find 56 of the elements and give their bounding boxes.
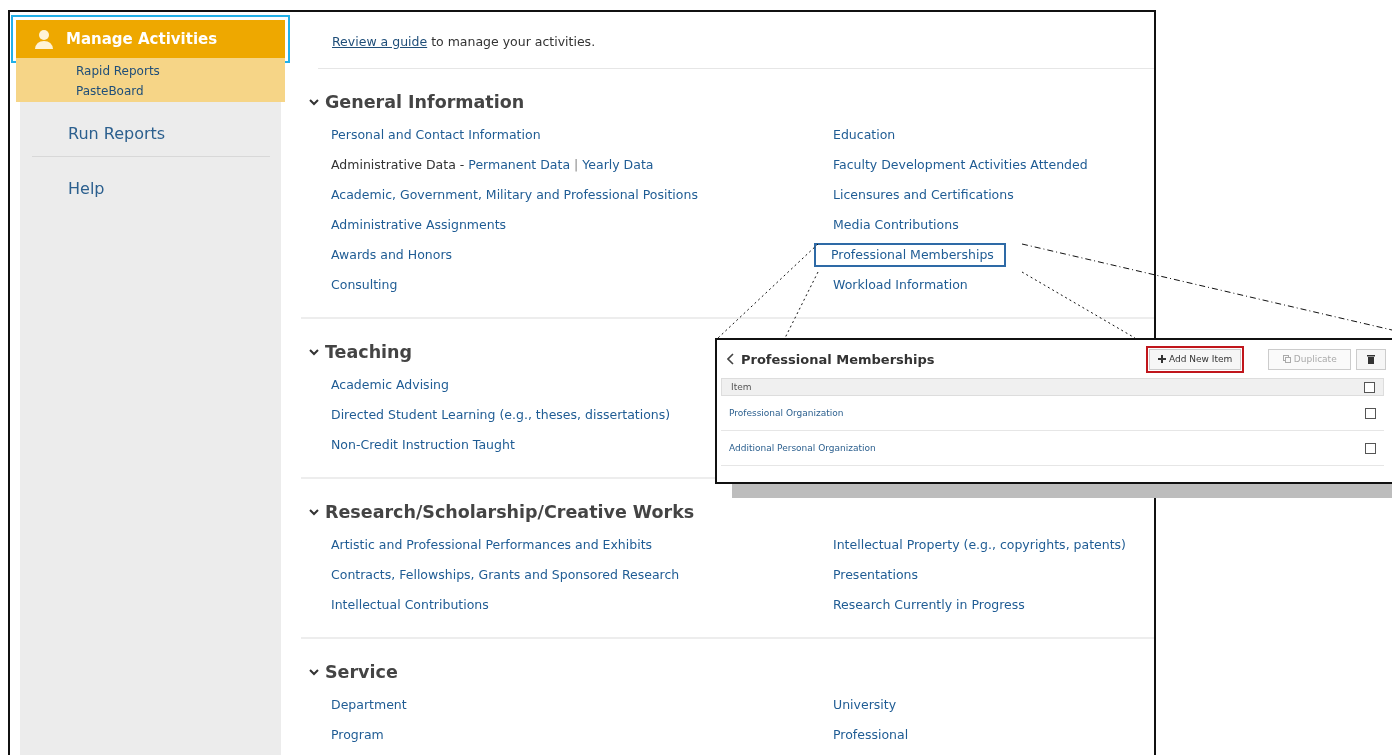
sidebar-subitem[interactable]: PasteBoard (76, 84, 285, 98)
sidebar-item[interactable]: Help (20, 175, 281, 211)
section-link[interactable]: Intellectual Contributions (331, 595, 489, 615)
section-link[interactable]: Licensures and Certifications (833, 185, 1014, 205)
delete-button[interactable] (1356, 348, 1387, 370)
chevron-icon[interactable] (309, 507, 319, 517)
person-icon (34, 29, 54, 49)
copy-icon (1282, 355, 1291, 363)
section-link[interactable]: Non-Credit Instruction Taught (331, 435, 515, 455)
section-link[interactable]: Workload Information (833, 275, 968, 295)
section-link[interactable]: Directed Student Learning (e.g., theses, dissertations) (331, 405, 671, 425)
section-title: Service (325, 662, 398, 682)
section-link[interactable]: Awards and Honors (331, 245, 453, 265)
chevron-icon[interactable] (309, 97, 319, 107)
section-link[interactable]: Administrative Assignments (331, 215, 507, 235)
section-link[interactable]: Department (331, 695, 407, 715)
section-link[interactable]: Intellectual Property (e.g., copyrights, patents) (833, 535, 1126, 555)
section-link[interactable]: Media Contributions (833, 215, 959, 235)
trash-icon (1367, 354, 1376, 364)
section-link[interactable]: Contracts, Fellowships, Grants and Sponsored Research (331, 565, 680, 585)
add-new-item-button[interactable]: Add New Item (1149, 348, 1242, 370)
section-link[interactable]: Academic, Government, Military and Professional Positions (331, 185, 698, 205)
section-link[interactable]: Research Currently in Progress (833, 595, 1025, 615)
section-link[interactable]: Personal and Contact Information (331, 125, 541, 145)
panel-title: Professional Memberships (741, 351, 935, 367)
section-link[interactable]: Professional Memberships (816, 245, 1004, 265)
item-label: Administrative Data - (331, 156, 465, 174)
section-link[interactable]: Yearly Data (582, 155, 654, 175)
sidebar-subitem[interactable]: Rapid Reports (76, 64, 285, 78)
section-link[interactable]: Permanent Data (468, 155, 571, 175)
item-link[interactable]: Professional Organization (729, 408, 844, 418)
section-title: Teaching (325, 342, 413, 362)
section-title: Research/Scholarship/Creative Works (325, 502, 695, 522)
plus-icon (1158, 355, 1166, 363)
section-title: General Information (325, 92, 525, 112)
section-link[interactable]: Consulting (331, 275, 398, 295)
item-link[interactable]: Additional Personal Organization (729, 443, 876, 453)
section-link[interactable]: Presentations (833, 565, 919, 585)
chevron-icon[interactable] (309, 667, 319, 677)
chevron-icon[interactable] (309, 347, 319, 357)
section-link[interactable]: University (833, 695, 897, 715)
back-icon[interactable] (727, 353, 735, 365)
section-link[interactable]: Professional (833, 725, 909, 745)
checkbox[interactable] (1365, 442, 1376, 454)
section-link[interactable]: Academic Advising (331, 375, 449, 395)
section-link[interactable]: Artistic and Professional Performances and Exhibits (331, 535, 653, 555)
column-header: Item (731, 382, 752, 392)
section-link[interactable]: Education (833, 125, 896, 145)
section-link[interactable]: Program (331, 725, 384, 745)
intro-text: Review a guide to manage your activities. (332, 34, 596, 49)
sidebar-item[interactable]: Run Reports (20, 120, 281, 156)
checkbox[interactable] (1364, 381, 1375, 393)
checkbox[interactable] (1365, 407, 1376, 419)
section-link[interactable]: Faculty Development Activities Attended (833, 155, 1088, 175)
guide-link[interactable]: Review a guide (332, 34, 428, 49)
link-separator: | (574, 156, 579, 174)
